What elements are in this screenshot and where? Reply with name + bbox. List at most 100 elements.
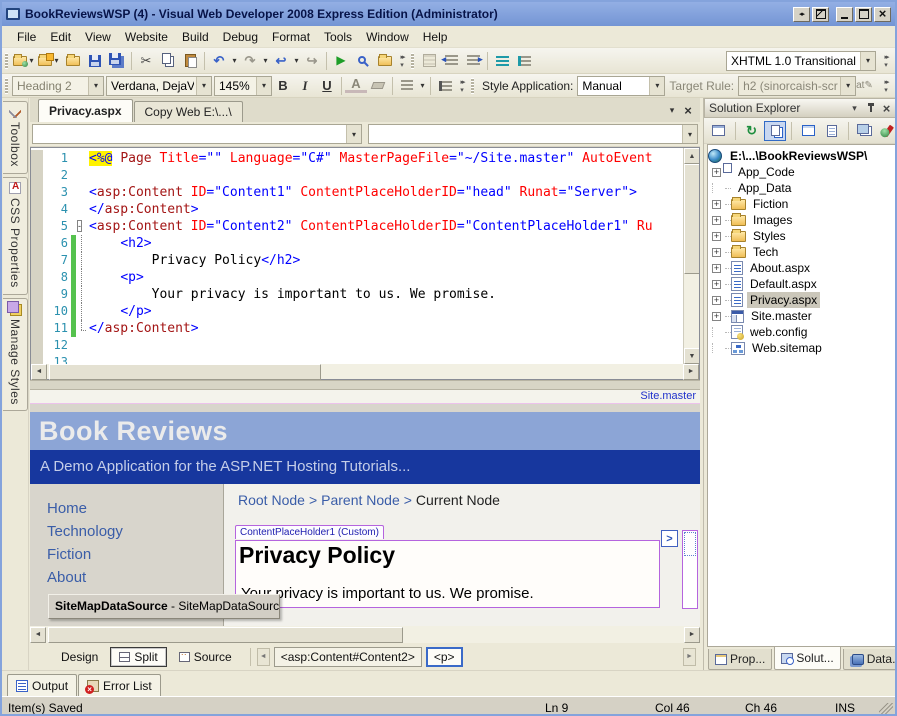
document-tab-copy-web-e[interactable]: Copy Web E:\...\	[134, 101, 243, 122]
expand-plus-icon[interactable]: +	[712, 232, 721, 241]
open-file-button[interactable]	[62, 50, 84, 72]
breadcrumb-root-node[interactable]: Root Node	[238, 492, 305, 508]
view-code-button[interactable]	[821, 121, 843, 141]
paragraph-style-select[interactable]: Heading 2	[12, 76, 104, 96]
code-line[interactable]: 4</asp:Content>	[31, 201, 683, 218]
redo-dropdown[interactable]	[261, 56, 270, 65]
design-horizontal-scrollbar[interactable]	[30, 626, 700, 643]
bold-button[interactable]: B	[272, 78, 294, 93]
scrollbar-thumb[interactable]	[48, 627, 403, 643]
close-button[interactable]	[874, 7, 891, 22]
tree-item-default-aspx[interactable]: +Default.aspx	[708, 276, 895, 292]
code-line[interactable]: 8 <p>	[31, 269, 683, 286]
panel-close-button[interactable]	[879, 101, 894, 115]
copy-website-button[interactable]	[764, 121, 786, 141]
tree-item-images[interactable]: +Images	[708, 212, 895, 228]
increase-indent-button[interactable]	[462, 50, 484, 72]
types-dropdown[interactable]	[32, 124, 362, 144]
tree-item-app-code[interactable]: +App_Code	[708, 164, 895, 180]
nav-link-fiction[interactable]: Fiction	[47, 546, 223, 563]
minimize-button[interactable]	[836, 7, 853, 22]
undo-dropdown[interactable]	[230, 56, 239, 65]
at-rule-button[interactable]: at	[856, 80, 873, 91]
smart-tag-button[interactable]: >	[661, 530, 678, 547]
aspnet-configuration-button[interactable]	[877, 121, 897, 141]
tree-item-web-sitemap[interactable]: Web.sitemap	[708, 340, 895, 356]
content-placeholder-label[interactable]: ContentPlaceHolder1 (Custom)	[235, 525, 384, 539]
nav-link-home[interactable]: Home	[47, 500, 223, 517]
design-view-button[interactable]: Design	[38, 647, 106, 667]
menu-help[interactable]: Help	[416, 28, 455, 46]
expand-plus-icon[interactable]: +	[712, 264, 721, 273]
panel-tab-properties[interactable]: Prop...	[708, 649, 772, 670]
panel-title-bar[interactable]: Solution Explorer	[704, 98, 897, 118]
expand-plus-icon[interactable]: +	[712, 216, 721, 225]
code-line[interactable]: 5-<asp:Content ID="Content2" ContentPlac…	[31, 218, 683, 235]
panel-menu-button[interactable]	[847, 101, 862, 115]
code-line[interactable]: 1<%@ Page Title="" Language="C#" MasterP…	[31, 150, 683, 167]
copy-button[interactable]	[157, 50, 179, 72]
menu-website[interactable]: Website	[118, 28, 175, 46]
toolbar-grip[interactable]	[411, 53, 414, 69]
navigate-forward-button[interactable]	[301, 50, 323, 72]
save-button[interactable]	[84, 50, 106, 72]
tag-navigator-item[interactable]: <asp:Content#Content2>	[274, 647, 422, 667]
menu-window[interactable]: Window	[359, 28, 416, 46]
open-website-button[interactable]	[374, 50, 396, 72]
target-rule-select[interactable]: h2 (sinorcaish-screen.cs	[738, 76, 856, 96]
sitemap-datasource-control[interactable]: SiteMapDataSource - SiteMapDataSource1	[48, 594, 280, 619]
editor-horizontal-scrollbar[interactable]	[30, 364, 700, 380]
style-application-select[interactable]: Manual	[577, 76, 665, 96]
split-view-button[interactable]: Split	[110, 647, 166, 667]
tab-output[interactable]: Output	[7, 674, 77, 696]
collapse-minus-icon[interactable]: -	[77, 220, 82, 232]
toolbar-overflow-button[interactable]	[880, 78, 892, 94]
code-line[interactable]: 6 <h2>	[31, 235, 683, 252]
maximize-button[interactable]	[855, 7, 872, 22]
resize-grip[interactable]	[879, 703, 893, 716]
format-document-button[interactable]	[418, 50, 440, 72]
tab-error-list[interactable]: Error List	[78, 674, 161, 696]
align-left-button[interactable]	[396, 75, 418, 97]
expand-plus-icon[interactable]: +	[712, 200, 721, 209]
code-line[interactable]: 9 Your privacy is important to us. We pr…	[31, 286, 683, 303]
tag-navigator-left-button[interactable]	[257, 648, 270, 666]
scroll-down-button[interactable]	[684, 348, 700, 364]
document-tab-privacy-aspx[interactable]: Privacy.aspx	[38, 99, 133, 122]
scrollbar-thumb[interactable]	[49, 364, 321, 380]
content-placeholder-region[interactable]: Privacy Policy Your privacy is important…	[235, 540, 660, 608]
design-surface[interactable]: Site.master Book Reviews A Demo Applicat…	[30, 390, 700, 626]
menu-build[interactable]: Build	[175, 28, 216, 46]
underline-button[interactable]: U	[316, 78, 338, 93]
code-line[interactable]: 12	[31, 337, 683, 354]
menu-edit[interactable]: Edit	[43, 28, 78, 46]
menu-view[interactable]: View	[78, 28, 118, 46]
toolbar-overflow-button[interactable]	[396, 53, 408, 69]
new-website-button[interactable]	[12, 50, 37, 72]
bullet-list-button[interactable]	[434, 75, 456, 97]
font-size-select[interactable]: 145%	[214, 76, 272, 96]
refresh-button[interactable]	[741, 121, 763, 141]
expand-plus-icon[interactable]: +	[712, 248, 721, 257]
expand-plus-icon[interactable]: +	[712, 168, 721, 177]
scroll-up-button[interactable]	[684, 148, 700, 164]
redo-button[interactable]	[239, 50, 261, 72]
sidebar-tab-manage-styles[interactable]: Manage Styles	[3, 298, 28, 412]
nav-link-technology[interactable]: Technology	[47, 523, 223, 540]
save-all-button[interactable]	[106, 50, 128, 72]
page-paragraph[interactable]: Your privacy is important to us. We prom…	[241, 585, 534, 602]
start-debugging-button[interactable]	[330, 50, 352, 72]
page-heading[interactable]: Privacy Policy	[239, 542, 659, 569]
scroll-right-button[interactable]	[684, 627, 700, 643]
view-in-browser-button[interactable]	[352, 50, 374, 72]
active-files-dropdown[interactable]	[664, 103, 680, 118]
expand-plus-icon[interactable]: +	[712, 296, 721, 305]
breadcrumb-parent-node[interactable]: Parent Node	[321, 492, 400, 508]
font-color-button[interactable]: A	[345, 78, 367, 93]
tag-navigator-right-button[interactable]	[683, 648, 696, 666]
cut-button[interactable]	[135, 50, 157, 72]
scroll-left-button[interactable]	[31, 364, 47, 380]
toolbar-overflow-button[interactable]	[456, 78, 468, 94]
code-line[interactable]: 2	[31, 167, 683, 184]
toolbar-grip[interactable]	[5, 53, 8, 69]
